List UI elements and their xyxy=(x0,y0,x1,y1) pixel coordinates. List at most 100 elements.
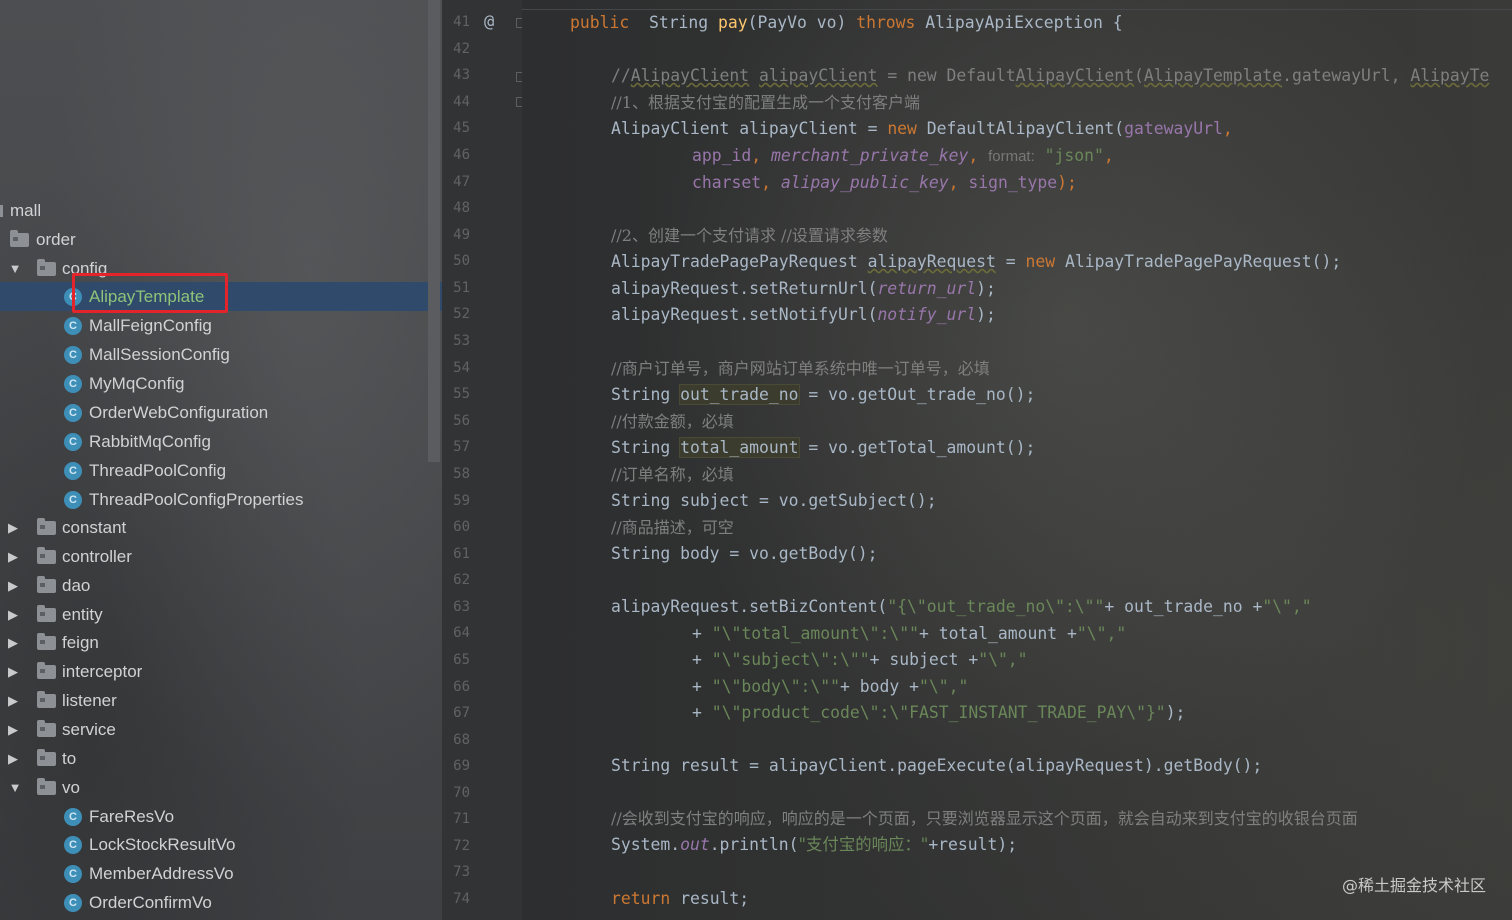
code-line-55[interactable]: String out_trade_no = vo.getOut_trade_no… xyxy=(611,382,1035,408)
code-line-59[interactable]: String subject = vo.getSubject(); xyxy=(611,488,937,514)
code-line-51[interactable]: alipayRequest.setReturnUrl(return_url); xyxy=(611,276,996,302)
tree-item-threadpoolconfigproperties[interactable]: C ThreadPoolConfigProperties xyxy=(0,485,442,514)
tree-item-lockstockresultvo[interactable]: C LockStockResultVo xyxy=(0,830,442,859)
tree-label: mall xyxy=(10,201,42,220)
code-line-71[interactable]: //会收到支付宝的响应，响应的是一个页面，只要浏览器显示这个页面，就会自动来到支… xyxy=(611,806,1358,832)
chevron-right-icon[interactable]: ▶ xyxy=(6,628,20,657)
code-line-61[interactable]: String body = vo.getBody(); xyxy=(611,541,877,567)
tree-item-rabbitmqconfig[interactable]: C RabbitMqConfig xyxy=(0,427,442,456)
code-token: System. xyxy=(611,835,681,854)
code-token: "\"subject\":\"" xyxy=(711,650,870,669)
chevron-right-icon[interactable]: ▶ xyxy=(6,542,20,571)
tree-item-dao[interactable]: ▶ dao xyxy=(0,571,442,600)
tree-item-controller[interactable]: ▶ controller xyxy=(0,542,442,571)
tree-label: FareResVo xyxy=(89,807,175,826)
code-token: , xyxy=(1103,146,1114,165)
chevron-right-icon[interactable]: ▶ xyxy=(6,600,20,629)
class-icon: C xyxy=(64,865,82,883)
code-line-63[interactable]: alipayRequest.setBizContent("{\"out_trad… xyxy=(611,594,1312,620)
code-line-41[interactable]: public String pay(PayVo vo) throws Alipa… xyxy=(570,10,1123,36)
code-token: "\"," xyxy=(1262,597,1312,616)
tree-item-feign[interactable]: ▶ feign xyxy=(0,628,442,657)
tree-item-memberaddressvo[interactable]: C MemberAddressVo xyxy=(0,859,442,888)
tree-item-vo[interactable]: ▼ vo xyxy=(0,773,442,802)
line-number: 55 xyxy=(453,386,470,402)
tree-item-service[interactable]: ▶ service xyxy=(0,715,442,744)
code-line-74[interactable]: return result; xyxy=(611,886,749,912)
chevron-right-icon[interactable]: ▶ xyxy=(6,686,20,715)
line-number: 53 xyxy=(453,333,470,349)
tree-item-mymqconfig[interactable]: C MyMqConfig xyxy=(0,369,442,398)
code-line-46[interactable]: app_id, merchant_private_key, format: "j… xyxy=(692,143,1114,169)
tree-item-mallfeignconfig[interactable]: C MallFeignConfig xyxy=(0,311,442,340)
tree-label: MallSessionConfig xyxy=(89,345,230,364)
tree-item-order[interactable]: order xyxy=(0,225,442,254)
line-number: 69 xyxy=(453,758,470,774)
tree-label: interceptor xyxy=(62,662,143,681)
code-line-72[interactable]: System.out.println("支付宝的响应："+result); xyxy=(611,832,1017,858)
tree-scrollbar[interactable] xyxy=(428,0,440,462)
code-line-66[interactable]: + "\"body\":\""+ body +"\"," xyxy=(692,674,968,700)
tree-item-orderwebconfiguration[interactable]: C OrderWebConfiguration xyxy=(0,398,442,427)
line-number: 71 xyxy=(453,811,470,827)
chevron-right-icon[interactable]: ▶ xyxy=(6,657,20,686)
chevron-down-icon[interactable]: ▼ xyxy=(8,773,22,802)
tree-item-orderconfirmvo[interactable]: C OrderConfirmVo xyxy=(0,888,442,917)
code-line-58[interactable]: //订单名称，必填 xyxy=(611,462,734,488)
code-line-50[interactable]: AlipayTradePagePayRequest alipayRequest … xyxy=(611,249,1341,275)
tree-item-fareresvo[interactable]: C FareResVo xyxy=(0,802,442,831)
class-icon: C xyxy=(64,462,82,480)
code-line-45[interactable]: AlipayClient alipayClient = new DefaultA… xyxy=(611,116,1233,142)
code-line-57[interactable]: String total_amount = vo.getTotal_amount… xyxy=(611,435,1035,461)
code-line-49[interactable]: //2、创建一个支付请求 //设置请求参数 xyxy=(611,223,888,249)
code-line-65[interactable]: + "\"subject\":\""+ subject +"\"," xyxy=(692,647,1028,673)
chevron-right-icon[interactable]: ▶ xyxy=(6,744,20,773)
code-token: "\"," xyxy=(1076,624,1127,643)
tree-item-constant[interactable]: ▶ constant xyxy=(0,513,442,542)
chevron-right-icon[interactable]: ▶ xyxy=(6,571,20,600)
override-marker-icon[interactable]: @ xyxy=(484,12,494,32)
tree-item-mall[interactable]: mall xyxy=(0,196,442,225)
code-token: "\"product_code\":\"FAST_INSTANT_TRADE_P… xyxy=(711,703,1166,722)
tree-label: MallFeignConfig xyxy=(89,316,212,335)
code-line-69[interactable]: String result = alipayClient.pageExecute… xyxy=(611,753,1262,779)
code-line-44[interactable]: //1、根据支付宝的配置生成一个支付客户端 xyxy=(611,90,920,116)
code-token: + xyxy=(692,677,712,696)
code-token: + out_trade_no + xyxy=(1104,597,1263,616)
tree-item-listener[interactable]: ▶ listener xyxy=(0,686,442,715)
chevron-right-icon[interactable]: ▶ xyxy=(6,513,20,542)
tree-item-interceptor[interactable]: ▶ interceptor xyxy=(0,657,442,686)
chevron-right-icon[interactable]: ▶ xyxy=(6,715,20,744)
line-number-gutter: 41 42 43 44 45 46 47 48 49 50 51 52 53 5… xyxy=(442,0,525,920)
tree-item-to[interactable]: ▶ to xyxy=(0,744,442,773)
code-token: alipayRequest xyxy=(867,252,996,271)
code-token: gatewayUrl xyxy=(1124,119,1223,138)
line-number: 63 xyxy=(453,599,470,615)
code-line-47[interactable]: charset, alipay_public_key, sign_type); xyxy=(692,170,1077,196)
code-line-64[interactable]: + "\"total_amount\":\""+ total_amount +"… xyxy=(692,621,1126,647)
code-line-67[interactable]: + "\"product_code\":\"FAST_INSTANT_TRADE… xyxy=(692,700,1185,726)
code-token: public xyxy=(570,13,630,32)
code-line-56[interactable]: //付款金额，必填 xyxy=(611,409,734,435)
code-token: , xyxy=(751,146,771,165)
code-line-43[interactable]: //AlipayClient alipayClient = new Defaul… xyxy=(611,63,1489,89)
code-token: AlipayTemplate xyxy=(1143,66,1283,85)
line-number: 46 xyxy=(453,147,470,163)
code-line-54[interactable]: //商户订单号，商户网站订单系统中唯一订单号，必填 xyxy=(611,356,990,382)
code-token: , xyxy=(1222,119,1233,138)
tree-item-entity[interactable]: ▶ entity xyxy=(0,600,442,629)
tree-item-threadpoolconfig[interactable]: C ThreadPoolConfig xyxy=(0,456,442,485)
code-token: alipayRequest.setNotifyUrl( xyxy=(611,305,878,324)
chevron-down-icon[interactable]: ▼ xyxy=(8,254,22,283)
code-line-52[interactable]: alipayRequest.setNotifyUrl(notify_url); xyxy=(611,302,996,328)
line-number: 66 xyxy=(453,679,470,695)
code-token: AlipayClient xyxy=(1015,66,1135,85)
tree-item-mallsessionconfig[interactable]: C MallSessionConfig xyxy=(0,340,442,369)
line-number: 43 xyxy=(453,67,470,83)
project-tree-panel: mall order ▼ config C AlipayTemplate C M… xyxy=(0,0,442,920)
code-token: AlipayTradePagePayRequest(); xyxy=(1055,252,1342,271)
code-line-60[interactable]: //商品描述，可空 xyxy=(611,515,734,541)
line-number: 67 xyxy=(453,705,470,721)
code-editor[interactable]: public String pay(PayVo vo) throws Alipa… xyxy=(522,0,1512,920)
line-number: 47 xyxy=(453,174,470,190)
